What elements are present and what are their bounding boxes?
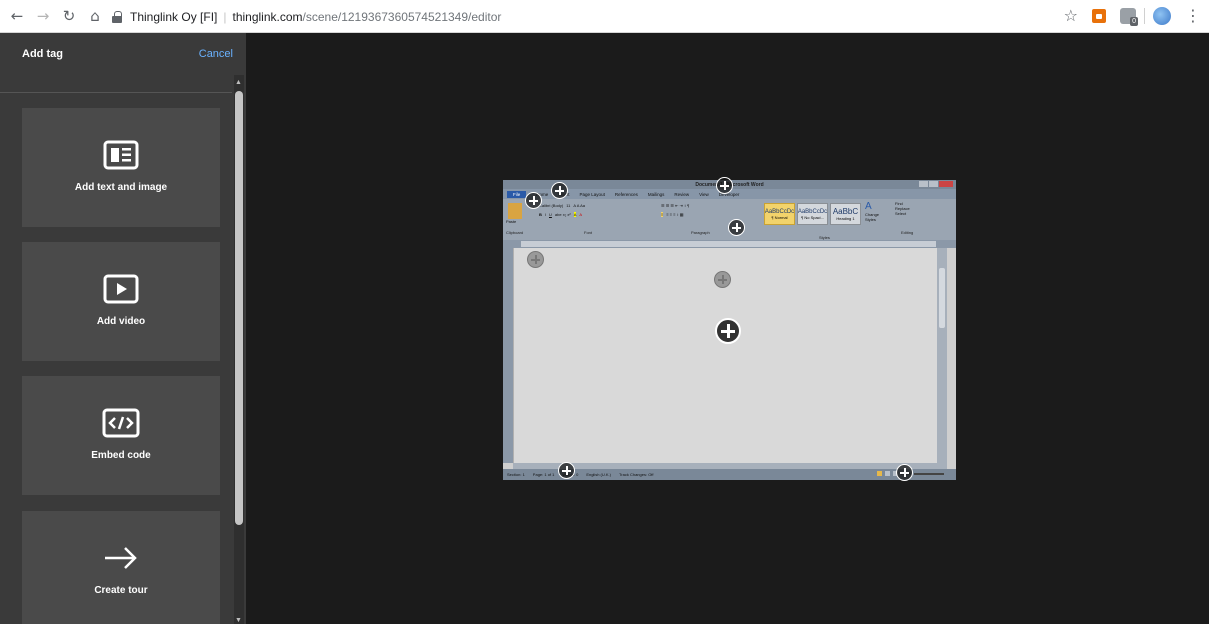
add-text-and-image-button[interactable]: Add text and image bbox=[22, 108, 220, 227]
editing-group: Find Replace Select Editing bbox=[895, 201, 914, 235]
word-tab: Review bbox=[674, 191, 690, 197]
tag-hotspot-icon[interactable] bbox=[728, 219, 745, 236]
reload-icon[interactable]: ↻ bbox=[58, 5, 80, 27]
paste-label: Paste bbox=[506, 219, 517, 224]
lock-icon bbox=[112, 10, 122, 23]
word-tab: View bbox=[699, 191, 709, 197]
tag-hotspot-icon[interactable] bbox=[527, 251, 544, 268]
embed-code-button[interactable]: Embed code bbox=[22, 376, 220, 495]
tag-hotspot-icon[interactable] bbox=[558, 462, 575, 479]
word-scrollbar bbox=[937, 248, 947, 463]
scroll-thumb[interactable] bbox=[235, 91, 243, 525]
word-tab: File bbox=[507, 190, 527, 198]
word-tab: References bbox=[614, 191, 638, 197]
panel-title: Add tag bbox=[22, 48, 63, 60]
toolbar-right-icons: ☆ ⋮ bbox=[1064, 6, 1201, 26]
word-tab: Page Layout bbox=[579, 191, 605, 197]
scroll-down-icon[interactable]: ▼ bbox=[235, 617, 242, 624]
word-left-ruler bbox=[503, 248, 513, 463]
site-identity: Thinglink Oy [FI] bbox=[130, 9, 218, 24]
window-controls bbox=[919, 181, 953, 187]
scroll-up-icon[interactable]: ▲ bbox=[235, 79, 242, 86]
style-normal: AaBbCcDc ¶ Normal bbox=[764, 203, 795, 225]
url-path: /scene/1219367360574521349/editor bbox=[302, 9, 502, 24]
toolbar-divider bbox=[1144, 7, 1145, 24]
add-video-button[interactable]: Add video bbox=[22, 242, 220, 361]
group-label: Font bbox=[584, 230, 593, 235]
menu-dots-icon[interactable]: ⋮ bbox=[1185, 6, 1201, 25]
cancel-button[interactable]: Cancel bbox=[199, 48, 233, 60]
embed-code-icon bbox=[102, 406, 140, 440]
group-label: Editing bbox=[901, 230, 914, 235]
tag-hotspot-icon[interactable] bbox=[716, 177, 733, 194]
browser-toolbar: ← → ↻ ⌂ Thinglink Oy [FI] | thinglink.co… bbox=[0, 0, 1209, 33]
video-play-icon bbox=[103, 272, 139, 306]
panel-divider bbox=[0, 92, 232, 93]
style-no-spacing: AaBbCcDc ¶ No Spaci... bbox=[797, 203, 828, 225]
address-bar[interactable]: Thinglink Oy [FI] | thinglink.com/scene/… bbox=[112, 5, 1112, 28]
font-size: 11 bbox=[566, 203, 571, 208]
tile-label: Add text and image bbox=[74, 182, 168, 193]
url-host: thinglink.com bbox=[232, 9, 303, 24]
forward-arrow-icon[interactable]: → bbox=[32, 5, 54, 27]
panel-header: Add tag Cancel bbox=[0, 33, 246, 75]
text-image-icon bbox=[103, 138, 139, 172]
tag-hotspot-icon[interactable] bbox=[896, 464, 913, 481]
editor-canvas[interactable]: Document1 - Microsoft Word File Home Ins… bbox=[246, 33, 1209, 624]
font-name: Calibri (Body) bbox=[539, 203, 564, 208]
style-heading-1: AaBbC Heading 1 bbox=[830, 203, 861, 225]
panel-scrollbar[interactable]: ▲ ▼ bbox=[234, 75, 244, 624]
tile-label: Add video bbox=[96, 316, 146, 327]
font-group: Calibri (Body) 11 A A Aa B I Uabe x₂ x² A A Fo… bbox=[539, 203, 593, 235]
tag-hotspot-icon[interactable] bbox=[525, 192, 542, 209]
change-styles-icon: A bbox=[865, 201, 872, 212]
word-tab: Mailings bbox=[647, 191, 665, 197]
star-icon[interactable]: ☆ bbox=[1064, 6, 1078, 25]
home-icon[interactable]: ⌂ bbox=[84, 5, 106, 27]
extension-icon[interactable] bbox=[1092, 8, 1106, 23]
tile-label: Create tour bbox=[94, 585, 148, 596]
word-ribbon: Paste Clipboard Calibri (Body) 11 A A Aa B… bbox=[503, 199, 956, 240]
tag-hotspot-icon[interactable] bbox=[551, 182, 568, 199]
group-label: Paragraph bbox=[691, 230, 710, 235]
add-tag-panel: Add tag Cancel Add text and image Add vi… bbox=[0, 33, 246, 624]
group-label: Clipboard bbox=[506, 230, 524, 235]
word-ruler bbox=[503, 240, 956, 248]
create-tour-button[interactable]: Create tour bbox=[22, 511, 220, 624]
paste-icon bbox=[508, 203, 522, 219]
address-separator: | bbox=[223, 9, 227, 24]
avatar-icon[interactable] bbox=[1153, 6, 1171, 25]
tag-hotspot-icon[interactable] bbox=[714, 271, 731, 288]
change-styles: A Change Styles bbox=[865, 201, 887, 235]
arrow-right-icon bbox=[101, 541, 141, 575]
back-arrow-icon[interactable]: ← bbox=[6, 5, 28, 27]
tag-hotspot-icon[interactable] bbox=[715, 318, 741, 344]
extension-icon[interactable] bbox=[1120, 7, 1139, 26]
tile-label: Embed code bbox=[91, 450, 151, 461]
